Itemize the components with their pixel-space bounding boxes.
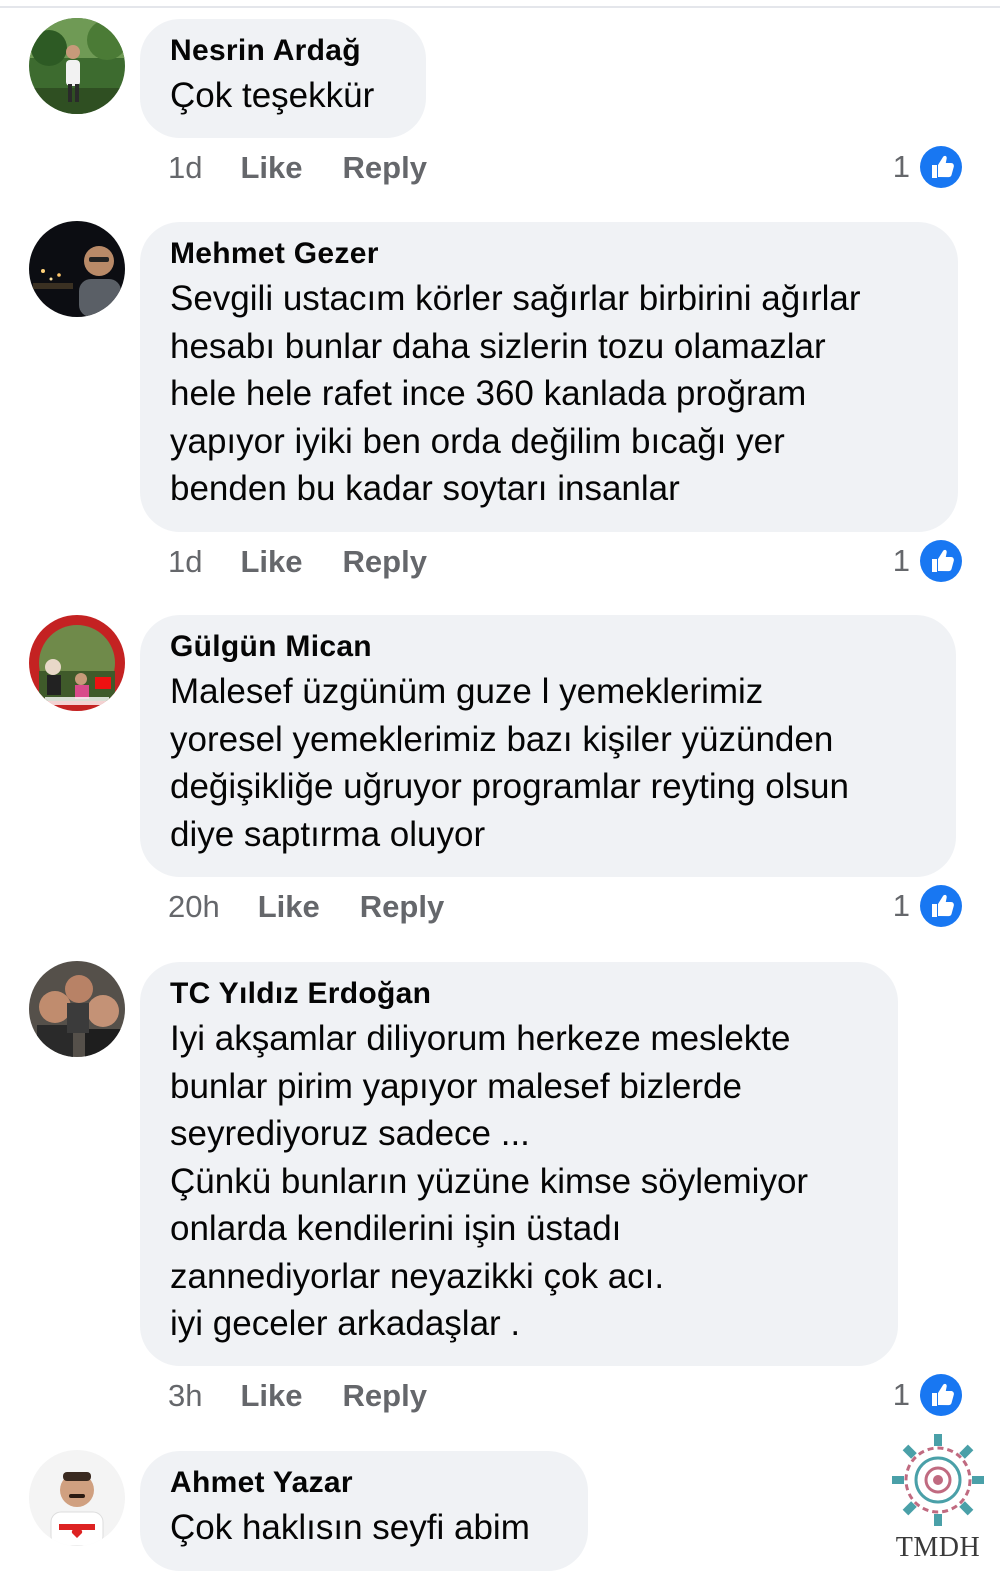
reply-button[interactable]: Reply xyxy=(360,889,444,925)
like-button[interactable]: Like xyxy=(240,1378,302,1414)
comment-actions: 1d Like Reply xyxy=(168,148,427,188)
avatar[interactable] xyxy=(29,18,125,114)
top-divider xyxy=(0,6,1000,8)
comment-actions: 1d Like Reply xyxy=(168,542,427,582)
comment-text: Çok haklısın seyfi abim xyxy=(170,1508,530,1547)
like-button[interactable]: Like xyxy=(258,889,320,925)
comment-text: Iyi akşamlar diliyorum herkeze meslekte … xyxy=(170,1019,809,1343)
comment-author[interactable]: Mehmet Gezer xyxy=(170,236,928,272)
comment-bubble: Ahmet Yazar Çok haklısın seyfi abim xyxy=(140,1451,588,1571)
comment-author[interactable]: Ahmet Yazar xyxy=(170,1465,558,1501)
comment-time[interactable]: 1d xyxy=(168,544,202,580)
comment-actions: 20h Like Reply xyxy=(168,887,444,927)
comment-text: Malesef üzgünüm guze l yemeklerimiz yore… xyxy=(170,672,849,854)
avatar[interactable] xyxy=(29,1450,125,1546)
reaction-number: 1 xyxy=(892,149,910,184)
reply-button[interactable]: Reply xyxy=(343,1378,427,1414)
comment-time[interactable]: 3h xyxy=(168,1378,202,1414)
comment-bubble: Gülgün Mican Malesef üzgünüm guze l yeme… xyxy=(140,615,956,877)
comment-author[interactable]: Nesrin Ardağ xyxy=(170,33,396,69)
avatar[interactable] xyxy=(29,221,125,317)
watermark-text: TMDH xyxy=(895,1532,981,1563)
avatar[interactable] xyxy=(29,961,125,1057)
like-thumb-icon xyxy=(920,885,962,927)
like-button[interactable]: Like xyxy=(240,544,302,580)
comment-bubble: Mehmet Gezer Sevgili ustacım körler sağı… xyxy=(140,222,958,532)
reaction-count[interactable]: 1 xyxy=(893,145,962,189)
watermark-logo: TMDH xyxy=(888,1430,988,1580)
like-thumb-icon xyxy=(920,540,962,582)
comment-author[interactable]: Gülgün Mican xyxy=(170,629,926,665)
reply-button[interactable]: Reply xyxy=(343,544,427,580)
reaction-count[interactable]: 1 xyxy=(893,884,962,928)
reaction-count[interactable]: 1 xyxy=(893,539,962,583)
like-button[interactable]: Like xyxy=(240,150,302,186)
comment-time[interactable]: 1d xyxy=(168,150,202,186)
rosette-icon xyxy=(892,1434,984,1526)
reaction-number: 1 xyxy=(892,1377,910,1412)
like-thumb-icon xyxy=(920,146,962,188)
comment-text: Çok teşekkür xyxy=(170,76,375,115)
comment-actions: 3h Like Reply xyxy=(168,1376,427,1416)
reply-button[interactable]: Reply xyxy=(343,150,427,186)
reaction-number: 1 xyxy=(892,543,910,578)
comment-bubble: Nesrin Ardağ Çok teşekkür xyxy=(140,19,426,138)
reaction-number: 1 xyxy=(892,888,910,923)
avatar[interactable] xyxy=(29,615,125,711)
reaction-count[interactable]: 1 xyxy=(893,1373,962,1417)
comment-author[interactable]: TC Yıldız Erdoğan xyxy=(170,976,868,1012)
comment-bubble: TC Yıldız Erdoğan Iyi akşamlar diliyorum… xyxy=(140,962,898,1366)
comment-text: Sevgili ustacım körler sağırlar birbirin… xyxy=(170,279,861,508)
comment-time[interactable]: 20h xyxy=(168,889,220,925)
like-thumb-icon xyxy=(920,1374,962,1416)
